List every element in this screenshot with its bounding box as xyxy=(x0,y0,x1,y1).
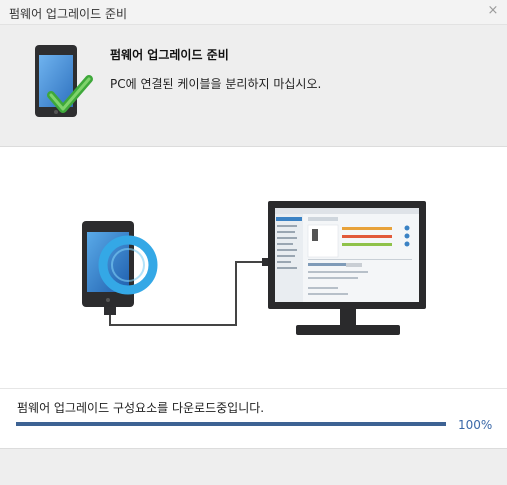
progress-bar xyxy=(16,422,446,426)
footer-bar xyxy=(0,448,507,485)
progress-panel: 펌웨어 업그레이드 구성요소를 다운로드중입니다. 100% xyxy=(0,388,507,449)
download-status-text: 펌웨어 업그레이드 구성요소를 다운로드중입니다. xyxy=(17,401,265,415)
close-button[interactable]: × xyxy=(485,3,501,19)
title-bar: 펌웨어 업그레이드 준비 × xyxy=(0,0,507,25)
progress-percent: 100% xyxy=(458,418,493,432)
monitor-icon xyxy=(268,201,426,335)
progress-bar-fill xyxy=(16,422,446,426)
window-title: 펌웨어 업그레이드 준비 xyxy=(9,7,128,21)
header-panel: 펌웨어 업그레이드 준비 PC에 연결된 케이블을 분리하지 마십시오. xyxy=(0,25,507,147)
header-description: PC에 연결된 케이블을 분리하지 마십시오. xyxy=(110,77,322,91)
phone-checkmark-icon xyxy=(33,43,95,125)
connection-illustration xyxy=(0,147,507,387)
header-title: 펌웨어 업그레이드 준비 xyxy=(110,48,229,62)
